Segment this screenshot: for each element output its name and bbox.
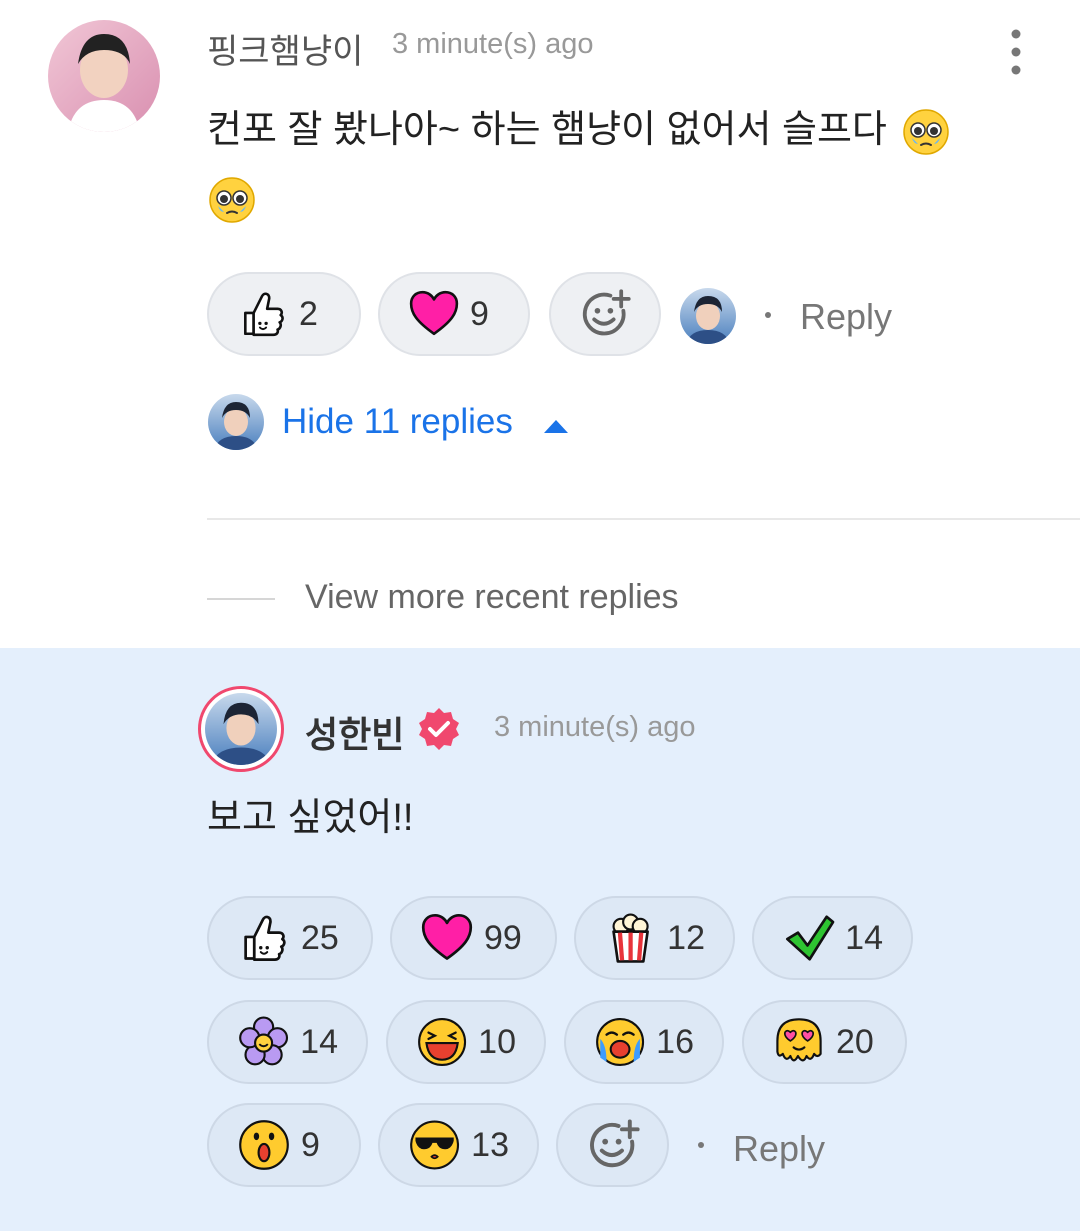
comment-text-line: 컨포 잘 봤나아~ 하는 햄냥이 없어서 슬프다: [207, 109, 887, 151]
reaction-thumbs-up[interactable]: 25: [207, 896, 373, 980]
reply-button[interactable]: Reply: [800, 296, 892, 338]
popcorn-icon: [612, 913, 649, 963]
reaction-popcorn[interactable]: 12: [574, 896, 735, 980]
add-emoji-icon: [585, 1117, 641, 1173]
reaction-count: 12: [667, 918, 705, 957]
reaction-laughing[interactable]: 10: [386, 1000, 546, 1084]
reaction-count: 9: [301, 1125, 320, 1164]
reply-author-avatar[interactable]: [198, 686, 284, 772]
comment-author-avatar[interactable]: [48, 20, 160, 132]
reply-text: 보고 싶었어!!: [207, 797, 414, 839]
reaction-count: 14: [845, 918, 883, 957]
reaction-count: 99: [484, 918, 522, 957]
reply-timestamp: 3 minute(s) ago: [494, 711, 696, 743]
collapse-caret-icon[interactable]: [543, 418, 569, 434]
hide-replies-link[interactable]: Hide 11 replies: [282, 402, 513, 442]
heart-icon: [408, 288, 460, 340]
separator-dot: [698, 1142, 704, 1148]
pleading-face-icon: [901, 107, 951, 157]
add-reaction-button[interactable]: [556, 1103, 669, 1187]
more-options-button[interactable]: [1004, 28, 1028, 76]
comment-text: 컨포 잘 봤나아~ 하는 햄냥이 없어서 슬프다: [207, 106, 1027, 225]
divider: [207, 518, 1080, 520]
reaction-checkmark[interactable]: 14: [752, 896, 913, 980]
comment-timestamp: 3 minute(s) ago: [392, 28, 594, 60]
reaction-surprised[interactable]: 9: [207, 1103, 361, 1187]
kebab-menu-icon: [1011, 29, 1021, 75]
reaction-heart-eyes[interactable]: 20: [742, 1000, 907, 1084]
crying-face-icon: [596, 1018, 645, 1066]
reaction-count: 25: [301, 918, 339, 957]
view-more-replies-link[interactable]: View more recent replies: [305, 578, 679, 617]
pleading-face-icon: [207, 175, 257, 225]
view-more-line: [207, 598, 275, 600]
creator-liked-avatar: [680, 288, 736, 344]
reaction-count: 20: [836, 1022, 874, 1061]
verified-badge-icon: [416, 706, 462, 752]
reaction-count: 14: [300, 1022, 338, 1061]
reaction-flower[interactable]: 14: [207, 1000, 368, 1084]
reaction-heart[interactable]: 99: [390, 896, 557, 980]
reaction-count: 2: [299, 294, 318, 333]
reply-author-name[interactable]: 성한빈: [305, 706, 404, 758]
heart-eyes-melting-face-icon: [776, 1018, 822, 1062]
sunglasses-face-icon: [410, 1120, 460, 1170]
reaction-count: 10: [478, 1022, 516, 1061]
reply-button[interactable]: Reply: [733, 1128, 825, 1170]
reaction-heart[interactable]: 9: [378, 272, 530, 356]
reaction-count: 16: [656, 1022, 694, 1061]
heart-icon: [420, 911, 474, 965]
replier-avatar: [208, 394, 264, 450]
flower-icon: [239, 1016, 289, 1066]
add-reaction-button[interactable]: [549, 272, 661, 356]
reaction-crying[interactable]: 16: [564, 1000, 724, 1084]
checkmark-icon: [785, 915, 835, 961]
reaction-thumbs-up[interactable]: 2: [207, 272, 361, 356]
surprised-face-icon: [239, 1120, 289, 1170]
add-emoji-icon: [578, 287, 632, 341]
separator-dot: [765, 312, 771, 318]
laughing-face-icon: [418, 1018, 467, 1066]
reaction-count: 9: [470, 294, 489, 333]
thumbs-up-icon: [237, 911, 291, 965]
reaction-count: 13: [471, 1125, 509, 1164]
thumbs-up-icon: [237, 288, 289, 340]
reaction-sunglasses[interactable]: 13: [378, 1103, 539, 1187]
comment-author-name[interactable]: 핑크햄냥이: [207, 24, 363, 73]
